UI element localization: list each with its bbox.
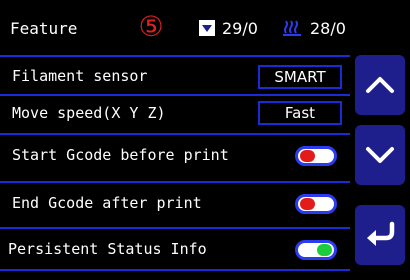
scroll-up-button[interactable] xyxy=(355,55,405,115)
setting-persistent-status[interactable]: Persistent Status Info xyxy=(0,227,350,272)
persistent-status-toggle[interactable] xyxy=(295,240,337,260)
start-gcode-toggle[interactable] xyxy=(295,146,337,166)
toggle-knob xyxy=(317,244,332,256)
setting-label: Start Gcode before print xyxy=(12,146,229,164)
setting-label: Persistent Status Info xyxy=(8,240,207,258)
header-bar: Feature ⑤ 29/0 28/0 xyxy=(0,0,410,55)
setting-label: Filament sensor xyxy=(12,67,148,85)
setting-label: Move speed(X Y Z) xyxy=(12,104,166,122)
page-title: Feature xyxy=(10,19,78,38)
setting-start-gcode[interactable]: Start Gcode before print xyxy=(0,133,350,178)
nozzle-temperature: 29/0 xyxy=(222,19,258,38)
toggle-knob xyxy=(300,150,315,162)
back-button[interactable] xyxy=(355,205,405,265)
move-speed-value[interactable]: Fast xyxy=(258,101,342,125)
nozzle-icon xyxy=(199,20,215,36)
toggle-knob xyxy=(300,198,315,210)
bed-temperature: 28/0 xyxy=(310,19,346,38)
step-marker: ⑤ xyxy=(138,10,164,43)
setting-label: End Gcode after print xyxy=(12,194,202,212)
heated-bed-icon xyxy=(283,20,301,36)
setting-end-gcode[interactable]: End Gcode after print xyxy=(0,181,350,226)
chevron-up-icon xyxy=(366,77,394,93)
filament-sensor-value[interactable]: SMART xyxy=(258,65,342,89)
list-divider xyxy=(0,269,350,271)
back-arrow-icon xyxy=(367,221,395,246)
chevron-down-icon xyxy=(366,147,394,163)
scroll-down-button[interactable] xyxy=(355,125,405,185)
end-gcode-toggle[interactable] xyxy=(295,194,337,214)
